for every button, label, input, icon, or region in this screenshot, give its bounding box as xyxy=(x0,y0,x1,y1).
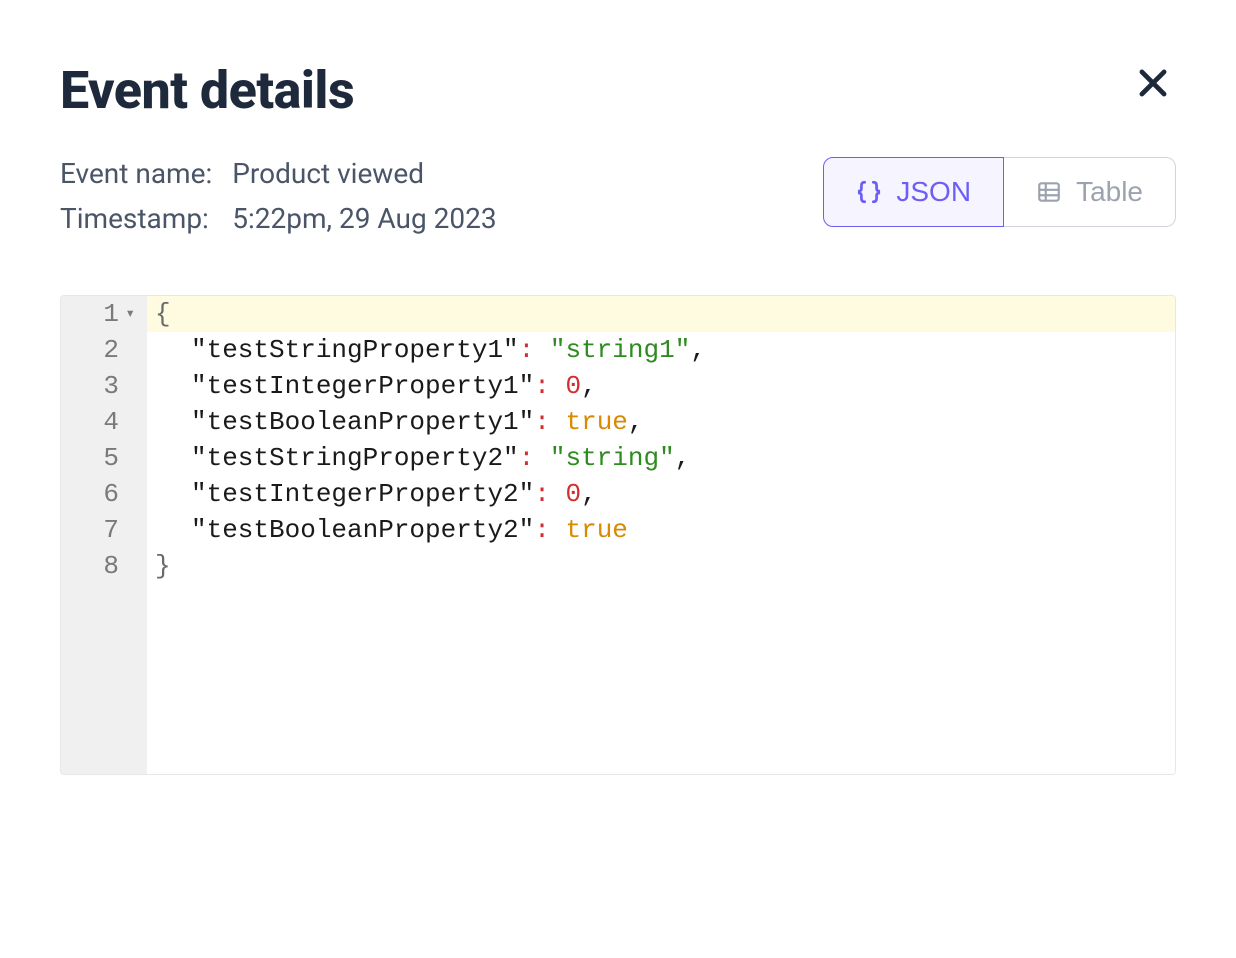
code-token-value: "string" xyxy=(550,440,675,476)
editor-code-area[interactable]: {"testStringProperty1": "string1","testI… xyxy=(147,296,1175,774)
view-toggle-group: JSON Table xyxy=(823,157,1176,227)
gutter-line-number: 2 xyxy=(61,332,137,368)
json-braces-icon xyxy=(856,179,882,205)
code-line[interactable]: "testIntegerProperty1": 0, xyxy=(147,368,1175,404)
close-icon xyxy=(1134,64,1172,102)
code-line[interactable]: } xyxy=(147,548,1175,584)
code-line[interactable]: { xyxy=(147,296,1175,332)
code-token-comma: , xyxy=(690,332,706,368)
gutter-line-number: 5 xyxy=(61,440,137,476)
json-editor[interactable]: 12345678 {"testStringProperty1": "string… xyxy=(60,295,1176,775)
code-line[interactable]: "testBooleanProperty1": true, xyxy=(147,404,1175,440)
close-button[interactable] xyxy=(1130,60,1176,106)
code-token-colon: : xyxy=(534,368,565,404)
event-meta: Event name: Product viewed Timestamp: 5:… xyxy=(60,157,497,235)
code-token-value: 0 xyxy=(565,368,581,404)
code-token-value: 0 xyxy=(565,476,581,512)
code-token-comma: , xyxy=(581,476,597,512)
code-token-brace: } xyxy=(155,548,171,584)
code-token-colon: : xyxy=(534,476,565,512)
code-line[interactable]: "testBooleanProperty2": true xyxy=(147,512,1175,548)
code-token-brace: { xyxy=(155,296,171,332)
event-name-value: Product viewed xyxy=(232,157,496,190)
code-token-key: "testBooleanProperty1" xyxy=(191,404,534,440)
code-token-colon: : xyxy=(519,440,550,476)
table-view-label: Table xyxy=(1076,176,1143,208)
gutter-line-number: 6 xyxy=(61,476,137,512)
gutter-line-number: 8 xyxy=(61,548,137,584)
code-line[interactable]: "testIntegerProperty2": 0, xyxy=(147,476,1175,512)
gutter-line-number: 3 xyxy=(61,368,137,404)
code-token-colon: : xyxy=(534,512,565,548)
code-token-comma: , xyxy=(581,368,597,404)
event-name-label: Event name: xyxy=(60,157,212,190)
code-line[interactable]: "testStringProperty2": "string", xyxy=(147,440,1175,476)
code-token-colon: : xyxy=(534,404,565,440)
timestamp-value: 5:22pm, 29 Aug 2023 xyxy=(232,202,496,235)
gutter-line-number: 4 xyxy=(61,404,137,440)
code-token-key: "testIntegerProperty2" xyxy=(191,476,534,512)
code-token-value: true xyxy=(565,404,627,440)
meta-and-toggle-row: Event name: Product viewed Timestamp: 5:… xyxy=(60,157,1176,235)
json-view-button[interactable]: JSON xyxy=(823,157,1004,227)
code-token-value: true xyxy=(565,512,627,548)
json-view-label: JSON xyxy=(896,176,971,208)
code-token-key: "testBooleanProperty2" xyxy=(191,512,534,548)
code-token-key: "testStringProperty1" xyxy=(191,332,519,368)
code-token-key: "testStringProperty2" xyxy=(191,440,519,476)
gutter-line-number: 1 xyxy=(61,296,137,332)
code-line[interactable]: "testStringProperty1": "string1", xyxy=(147,332,1175,368)
table-icon xyxy=(1036,179,1062,205)
table-view-button[interactable]: Table xyxy=(1004,157,1176,227)
editor-gutter: 12345678 xyxy=(61,296,147,774)
code-token-value: "string1" xyxy=(550,332,690,368)
page-title: Event details xyxy=(60,60,354,121)
code-token-colon: : xyxy=(519,332,550,368)
code-token-comma: , xyxy=(675,440,691,476)
header-row: Event details xyxy=(60,60,1176,121)
code-token-comma: , xyxy=(628,404,644,440)
gutter-line-number: 7 xyxy=(61,512,137,548)
timestamp-label: Timestamp: xyxy=(60,202,212,235)
code-token-key: "testIntegerProperty1" xyxy=(191,368,534,404)
